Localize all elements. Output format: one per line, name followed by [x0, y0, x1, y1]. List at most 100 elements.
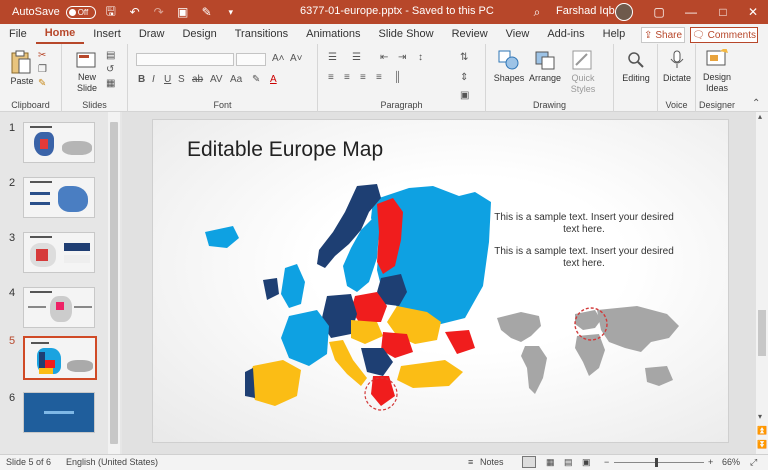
- microphone-icon[interactable]: [668, 50, 686, 70]
- slide-thumbnail-4[interactable]: [23, 287, 95, 328]
- bold-icon[interactable]: B: [138, 74, 145, 85]
- align-text-icon[interactable]: ⇕: [460, 72, 468, 83]
- find-icon[interactable]: [626, 50, 646, 70]
- user-name[interactable]: Farshad Iqbal: [556, 5, 623, 17]
- tab-view[interactable]: View: [497, 24, 539, 44]
- slide-sorter-icon[interactable]: ▦: [546, 457, 555, 468]
- zoom-slider-thumb[interactable]: [655, 458, 658, 467]
- tab-home[interactable]: Home: [35, 24, 85, 44]
- tab-slide-show[interactable]: Slide Show: [370, 24, 443, 44]
- save-icon[interactable]: 🖫: [102, 3, 120, 21]
- scroll-thumb[interactable]: [110, 122, 118, 444]
- europe-map[interactable]: [201, 182, 491, 428]
- increase-indent-icon[interactable]: ⇥: [398, 52, 406, 63]
- align-left-icon[interactable]: ≡: [328, 72, 334, 83]
- notes-button[interactable]: Notes: [480, 457, 504, 467]
- normal-view-icon[interactable]: [522, 456, 536, 468]
- shadow-icon[interactable]: S: [178, 74, 185, 85]
- justify-icon[interactable]: ≡: [376, 72, 382, 83]
- align-right-icon[interactable]: ≡: [360, 72, 366, 83]
- tab-design[interactable]: Design: [173, 24, 225, 44]
- world-map[interactable]: [491, 302, 687, 402]
- presenter-icon[interactable]: ▣: [174, 3, 192, 21]
- arrange-icon[interactable]: [534, 50, 556, 70]
- slide-thumbnail-3[interactable]: [23, 232, 95, 273]
- slide-thumbnail-1[interactable]: [23, 122, 95, 163]
- central-europe-region[interactable]: [351, 320, 383, 344]
- font-family-dropdown[interactable]: [136, 53, 234, 66]
- layout-icon[interactable]: ▤: [106, 50, 115, 61]
- spain-region[interactable]: [247, 360, 301, 406]
- italic-icon[interactable]: I: [152, 74, 155, 85]
- text-direction-icon[interactable]: ⇅: [460, 52, 468, 63]
- decrease-indent-icon[interactable]: ⇤: [380, 52, 388, 63]
- collapse-ribbon-icon[interactable]: ⌃: [752, 98, 760, 109]
- shapes-icon[interactable]: [498, 50, 520, 70]
- uk-region[interactable]: [281, 264, 305, 308]
- tab-review[interactable]: Review: [443, 24, 497, 44]
- comments-button[interactable]: 🗨 Comments: [690, 27, 758, 43]
- case-icon[interactable]: Aa: [230, 74, 242, 85]
- font-size-dropdown[interactable]: [236, 53, 266, 66]
- fit-to-window-icon[interactable]: ⤢: [750, 457, 757, 468]
- tab-file[interactable]: File: [0, 24, 36, 44]
- spacing-icon[interactable]: AV: [210, 74, 223, 85]
- slideshow-icon[interactable]: ▣: [582, 457, 591, 468]
- new-slide-icon[interactable]: [76, 50, 98, 70]
- caucasus-region[interactable]: [445, 330, 475, 354]
- tab-add-ins[interactable]: Add-ins: [538, 24, 593, 44]
- slide-title[interactable]: Editable Europe Map: [187, 138, 383, 162]
- greece-region[interactable]: [371, 376, 395, 406]
- zoom-slider[interactable]: [614, 462, 704, 463]
- tab-transitions[interactable]: Transitions: [226, 24, 297, 44]
- numbering-icon[interactable]: ☰: [352, 52, 361, 63]
- prev-slide-icon[interactable]: ⏫: [757, 426, 767, 435]
- slide-thumbnail-5[interactable]: [23, 336, 97, 380]
- ribbon-display-icon[interactable]: ▢: [643, 0, 675, 24]
- zoom-out-icon[interactable]: −: [604, 457, 609, 467]
- tab-animations[interactable]: Animations: [297, 24, 369, 44]
- increase-font-icon[interactable]: A˄: [272, 53, 285, 64]
- share-button[interactable]: ⇪ Share: [641, 27, 685, 43]
- iceland-region[interactable]: [205, 226, 239, 248]
- zoom-level[interactable]: 66%: [722, 457, 740, 467]
- tab-draw[interactable]: Draw: [130, 24, 174, 44]
- minimize-icon[interactable]: —: [675, 0, 707, 24]
- paste-icon[interactable]: [10, 50, 32, 76]
- copy-icon[interactable]: ❐: [38, 64, 47, 75]
- search-icon[interactable]: ⌕: [528, 3, 546, 21]
- avatar[interactable]: [615, 3, 633, 21]
- slide-thumbnail-6[interactable]: [23, 392, 95, 433]
- columns-icon[interactable]: ║: [394, 72, 401, 83]
- tab-help[interactable]: Help: [594, 24, 635, 44]
- canvas-scrollbar[interactable]: ▴ ▾ ⏫ ⏬: [756, 112, 768, 454]
- sample-text-1[interactable]: This is a sample text. Insert your desir…: [489, 212, 679, 236]
- dropdown-icon[interactable]: ▾: [222, 3, 240, 21]
- decrease-font-icon[interactable]: A˅: [290, 53, 303, 64]
- undo-icon[interactable]: ↶: [126, 3, 144, 21]
- highlight-icon[interactable]: ✎: [252, 74, 260, 85]
- reset-icon[interactable]: ↺: [106, 64, 114, 75]
- sample-text-2[interactable]: This is a sample text. Insert your desir…: [489, 246, 679, 270]
- ireland-region[interactable]: [263, 278, 279, 300]
- scroll-down-icon[interactable]: ▾: [758, 412, 762, 421]
- italy-region[interactable]: [329, 340, 367, 386]
- autosave-toggle[interactable]: Off: [65, 5, 96, 19]
- slide[interactable]: Editable Europe Map This is a sample tex…: [152, 119, 729, 443]
- section-icon[interactable]: ▦: [106, 78, 115, 89]
- bullets-icon[interactable]: ☰: [328, 52, 337, 63]
- slide-thumbnail-2[interactable]: [23, 177, 95, 218]
- reading-view-icon[interactable]: ▤: [564, 457, 573, 468]
- align-center-icon[interactable]: ≡: [344, 72, 350, 83]
- brush-icon[interactable]: ✎: [198, 3, 216, 21]
- france-region[interactable]: [281, 310, 329, 366]
- notes-icon[interactable]: ≡: [468, 457, 473, 467]
- scroll-up-icon[interactable]: ▴: [758, 112, 762, 121]
- maximize-icon[interactable]: □: [707, 0, 739, 24]
- turkey-region[interactable]: [397, 360, 463, 388]
- strikethrough-icon[interactable]: ab: [192, 74, 203, 85]
- quick-styles-icon[interactable]: [572, 50, 594, 70]
- underline-icon[interactable]: U: [164, 74, 171, 85]
- design-ideas-icon[interactable]: [706, 49, 728, 69]
- tab-insert[interactable]: Insert: [84, 24, 130, 44]
